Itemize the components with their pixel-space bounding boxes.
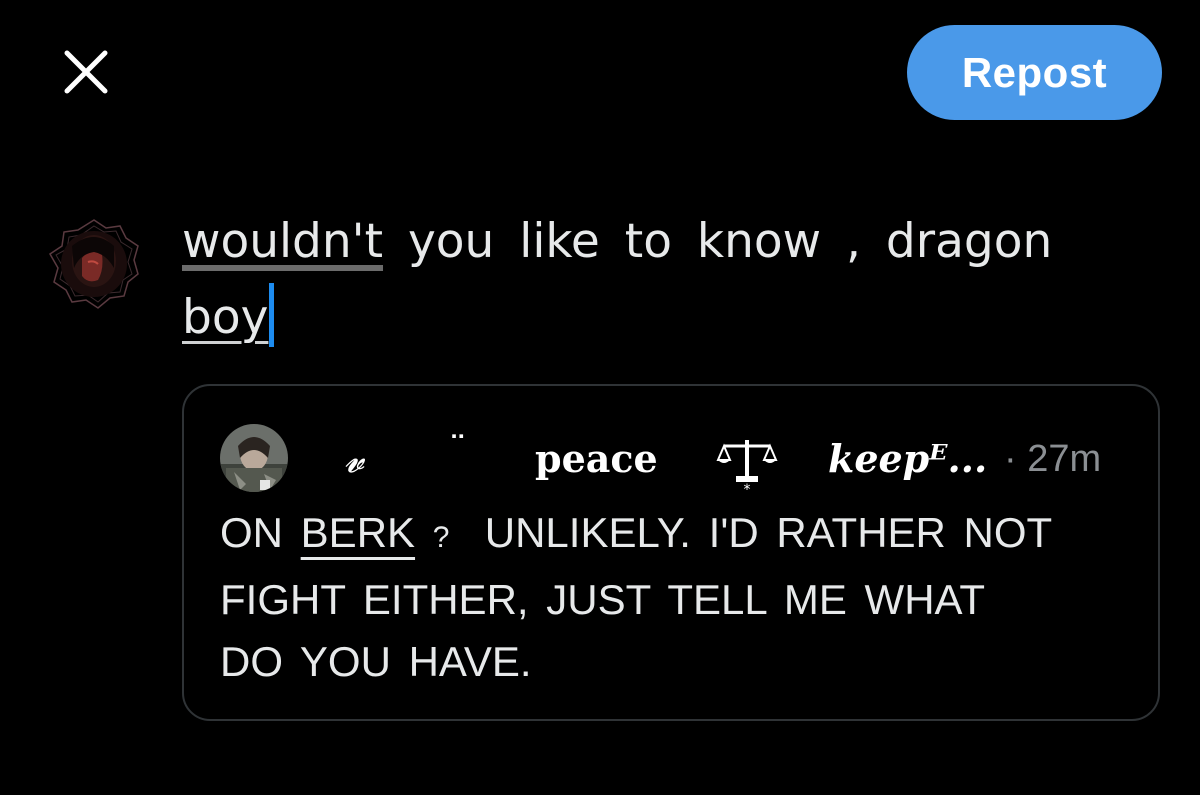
quoted-text-line: DO YOU HAVE. — [220, 638, 532, 685]
quoted-post-card[interactable]: 𝓿 ¨ peace * keepᴱ... · 27m ON BERK ? UNL… — [182, 384, 1160, 721]
compose-line-2: boy — [182, 280, 1162, 356]
close-button[interactable] — [58, 46, 114, 102]
compose-line-1: wouldn't you like to know , dragon — [182, 204, 1162, 280]
misspelled-word[interactable]: wouldn't — [182, 214, 383, 269]
display-name-part: ¨ — [452, 428, 468, 466]
text-caret — [269, 283, 275, 347]
display-name-part: peace — [535, 436, 658, 481]
timestamp-value: 27m — [1027, 438, 1102, 480]
timestamp-separator: · — [1004, 438, 1017, 480]
compose-textarea[interactable]: wouldn't you like to know , dragon boy — [182, 204, 1162, 356]
quoted-text-line: ON BERK ? UNLIKELY. I'D RATHER NOT — [220, 502, 1140, 569]
quoted-post-text: ON BERK ? UNLIKELY. I'D RATHER NOT FIGHT… — [220, 502, 1140, 693]
avatar[interactable] — [48, 218, 140, 310]
display-name-part: keepᴱ... — [828, 436, 988, 481]
quoted-text-berk: BERK — [300, 509, 416, 556]
quoted-text-question: ? — [432, 521, 450, 554]
svg-text:*: * — [744, 482, 751, 494]
scales-icon: * — [714, 434, 780, 498]
quoted-text-fragment: ON — [220, 509, 283, 556]
compose-line-1-text: you like to know , dragon — [407, 214, 1053, 269]
post-timestamp: · 27m — [1004, 424, 1101, 494]
display-name-part: 𝓿 — [344, 437, 365, 481]
repost-button[interactable]: Repost — [907, 25, 1162, 120]
quoted-text-line: FIGHT EITHER, JUST TELL ME WHAT — [220, 576, 986, 623]
repost-button-label: Repost — [961, 48, 1108, 96]
quoted-post-header: 𝓿 ¨ peace * keepᴱ... · 27m — [184, 424, 1158, 498]
compose-last-word: boy — [182, 290, 269, 345]
close-icon — [63, 49, 109, 100]
quoted-text-fragment: UNLIKELY. I'D RATHER NOT — [484, 509, 1053, 556]
